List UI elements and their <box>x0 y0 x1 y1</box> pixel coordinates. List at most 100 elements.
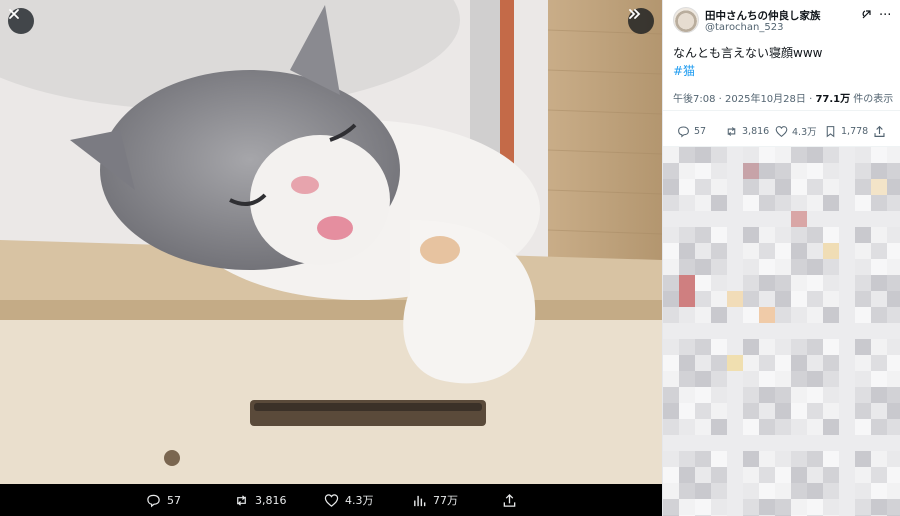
viewer-like-button[interactable]: 4.3万 <box>324 484 374 516</box>
mosaic-cell <box>823 195 839 211</box>
mosaic-cell <box>711 435 727 451</box>
user-handle[interactable]: @tarochan_523 <box>705 22 783 33</box>
mosaic-cell <box>695 435 711 451</box>
viewer-repost-button[interactable]: 3,816 <box>234 484 287 516</box>
mosaic-cell <box>743 211 759 227</box>
mosaic-cell <box>855 195 871 211</box>
mosaic-cell <box>711 419 727 435</box>
mosaic-cell <box>775 403 791 419</box>
mosaic-cell <box>711 339 727 355</box>
mosaic-cell <box>759 291 775 307</box>
mosaic-cell <box>791 291 807 307</box>
mosaic-cell <box>823 323 839 339</box>
mosaic-cell <box>887 499 900 515</box>
mosaic-cell <box>823 483 839 499</box>
mosaic-cell <box>663 419 679 435</box>
mosaic-cell <box>791 371 807 387</box>
viewer-views-button[interactable]: 77万 <box>412 484 458 516</box>
mosaic-cell <box>695 147 711 163</box>
mosaic-cell <box>791 403 807 419</box>
tweet-detail-panel: 田中さんちの仲良し家族 @tarochan_523 ··· なんとも言えない寝顔… <box>662 0 900 516</box>
mosaic-cell <box>727 243 743 259</box>
viewer-reply-button[interactable]: 57 <box>146 484 181 516</box>
mosaic-cell <box>695 179 711 195</box>
mosaic-cell <box>807 483 823 499</box>
mosaic-cell <box>807 499 823 515</box>
repost-button[interactable]: 3,816 <box>725 116 769 146</box>
mosaic-cell <box>743 387 759 403</box>
mosaic-cell <box>663 451 679 467</box>
mosaic-cell <box>775 195 791 211</box>
mosaic-cell <box>823 163 839 179</box>
mosaic-cell <box>887 291 900 307</box>
like-button[interactable]: 4.3万 <box>775 116 817 146</box>
mosaic-cell <box>727 403 743 419</box>
mosaic-cell <box>743 339 759 355</box>
mosaic-cell <box>759 483 775 499</box>
mosaic-cell <box>727 467 743 483</box>
mosaic-cell <box>855 323 871 339</box>
mosaic-cell <box>871 339 887 355</box>
mosaic-cell <box>823 243 839 259</box>
mosaic-cell <box>871 467 887 483</box>
mosaic-cell <box>855 307 871 323</box>
mosaic-cell <box>855 291 871 307</box>
hashtag-link[interactable]: #猫 <box>673 62 695 79</box>
expand-panel-button[interactable] <box>628 8 654 34</box>
share-icon <box>874 125 885 137</box>
mosaic-cell <box>679 163 695 179</box>
close-button[interactable] <box>8 8 34 34</box>
mosaic-cell <box>887 147 900 163</box>
mosaic-cell <box>807 403 823 419</box>
mosaic-cell <box>679 499 695 515</box>
reply-icon <box>678 126 689 137</box>
viewer-reply-count: 57 <box>167 493 181 507</box>
bookmark-button[interactable]: 1,778 <box>824 116 868 146</box>
repost-icon <box>727 126 736 136</box>
mosaic-cell <box>695 259 711 275</box>
viewer-share-button[interactable] <box>502 484 517 516</box>
more-options-icon[interactable]: ··· <box>879 8 891 23</box>
grok-icon[interactable] <box>861 9 873 21</box>
reply-button[interactable]: 57 <box>677 116 706 146</box>
mosaic-cell <box>839 467 855 483</box>
mosaic-cell <box>775 435 791 451</box>
mosaic-cell <box>871 499 887 515</box>
mosaic-cell <box>807 435 823 451</box>
mosaic-cell <box>791 451 807 467</box>
mosaic-cell <box>663 339 679 355</box>
mosaic-cell <box>727 179 743 195</box>
avatar[interactable] <box>673 7 699 33</box>
share-button[interactable] <box>873 116 886 146</box>
mosaic-cell <box>695 483 711 499</box>
media-viewer: 57 3,816 4.3万 77万 <box>0 0 662 516</box>
mosaic-cell <box>679 403 695 419</box>
mosaic-cell <box>759 211 775 227</box>
mosaic-cell <box>887 355 900 371</box>
timestamp[interactable]: 午後7:08 · 2025年10月28日 · <box>673 94 815 105</box>
mosaic-cell <box>807 275 823 291</box>
mosaic-cell <box>807 227 823 243</box>
viewer-like-count: 4.3万 <box>345 494 374 507</box>
mosaic-cell <box>663 403 679 419</box>
tweet-text: なんとも言えない寝顔www <box>673 46 823 60</box>
mosaic-cell <box>887 371 900 387</box>
mosaic-cell <box>887 339 900 355</box>
display-name[interactable]: 田中さんちの仲良し家族 <box>705 8 821 23</box>
mosaic-cell <box>711 275 727 291</box>
mosaic-cell <box>679 339 695 355</box>
mosaic-cell <box>727 371 743 387</box>
mosaic-cell <box>823 275 839 291</box>
mosaic-cell <box>807 179 823 195</box>
mosaic-cell <box>823 403 839 419</box>
mosaic-cell <box>711 371 727 387</box>
mosaic-cell <box>711 211 727 227</box>
mosaic-cell <box>871 179 887 195</box>
mosaic-cell <box>711 291 727 307</box>
mosaic-cell <box>695 163 711 179</box>
mosaic-cell <box>855 163 871 179</box>
mosaic-cell <box>871 243 887 259</box>
mosaic-cell <box>695 323 711 339</box>
mosaic-cell <box>791 195 807 211</box>
mosaic-cell <box>839 195 855 211</box>
